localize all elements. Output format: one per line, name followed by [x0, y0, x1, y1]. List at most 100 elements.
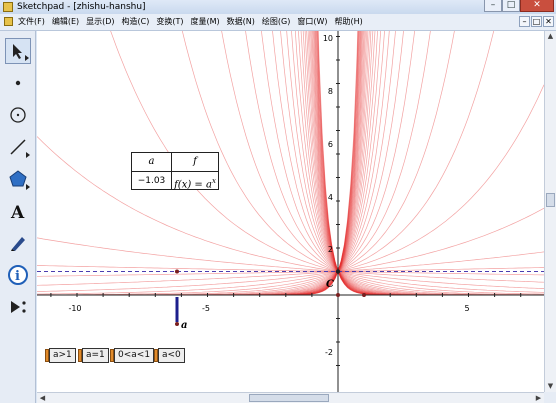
- x-tick-label-neg10: -10: [68, 304, 81, 313]
- polygon-icon: [9, 170, 27, 187]
- maximize-button[interactable]: □: [502, 0, 520, 12]
- exponential-curve-62: [315, 31, 544, 296]
- vertical-scrollbar[interactable]: ▲ ▼: [544, 31, 556, 392]
- exponential-curve-17: [37, 31, 370, 296]
- exponential-curve-63: [316, 31, 544, 296]
- window-controls: – □ ✕: [484, 0, 554, 12]
- doc-close-button[interactable]: ✕: [543, 16, 554, 27]
- exponential-curve-12: [37, 31, 382, 296]
- point-C[interactable]: [335, 269, 341, 274]
- horizontal-scrollbar[interactable]: ◀ ▶: [37, 392, 544, 403]
- exponential-curve-family: [37, 31, 544, 296]
- exponential-curve-59: [314, 31, 544, 296]
- menu-measure[interactable]: 度量(M): [191, 14, 220, 30]
- exponential-curve-37: [110, 31, 544, 293]
- exponential-curve-9: [37, 31, 396, 296]
- button-a-less-than-0[interactable]: a<0: [154, 348, 185, 363]
- exponential-curve-31: [37, 31, 359, 296]
- tool-more-indicator: [25, 55, 29, 61]
- exponential-curve-49: [302, 31, 544, 296]
- exponential-curve-40: [245, 31, 544, 296]
- compass-tool[interactable]: [5, 102, 31, 128]
- function-exponent: x: [211, 177, 216, 185]
- vertical-scroll-thumb[interactable]: [546, 193, 555, 207]
- exponential-curve-55: [311, 31, 544, 296]
- button-a-greater-than-1[interactable]: a>1: [45, 348, 76, 363]
- doc-minimize-button[interactable]: –: [519, 16, 530, 27]
- marker-tool[interactable]: [5, 230, 31, 256]
- exponential-graph[interactable]: -10 -5 5 10 8 6 4 2 -2 C a: [37, 31, 544, 392]
- svg-text:i: i: [15, 269, 20, 284]
- close-button[interactable]: ✕: [520, 0, 554, 12]
- tool-more-indicator: [26, 184, 30, 190]
- function-formula: f(x) = a: [174, 179, 212, 191]
- point-C-label: C: [326, 279, 334, 290]
- polygon-tool[interactable]: [5, 166, 31, 192]
- exponential-curve-24: [37, 31, 363, 296]
- text-a-icon: A: [10, 203, 25, 221]
- x-tick-label-5: 5: [464, 304, 469, 313]
- info-icon: i: [8, 265, 28, 285]
- origin-point[interactable]: [336, 293, 340, 297]
- exponential-curve-58: [313, 31, 544, 296]
- menu-transform[interactable]: 变换(T): [156, 14, 183, 30]
- exponential-curve-61: [315, 31, 544, 296]
- menu-graph[interactable]: 绘图(G): [262, 14, 290, 30]
- exponential-curve-1: [37, 251, 544, 286]
- point-tool[interactable]: [5, 70, 31, 96]
- tool-more-indicator: [26, 152, 30, 158]
- horizontal-scroll-thumb[interactable]: [249, 394, 329, 402]
- toolbox: A i: [0, 31, 36, 403]
- exponential-curve-28: [37, 31, 361, 296]
- menu-edit[interactable]: 编辑(E): [52, 14, 79, 30]
- y-tick-label-10: 10: [323, 34, 333, 43]
- exponential-curve-8: [37, 31, 404, 296]
- menu-display[interactable]: 显示(D): [86, 14, 114, 30]
- information-tool[interactable]: i: [5, 262, 31, 288]
- exponential-curve-30: [37, 31, 360, 296]
- menu-window[interactable]: 窗口(W): [297, 14, 327, 30]
- doc-restore-button[interactable]: □: [531, 16, 542, 27]
- menu-help[interactable]: 帮助(H): [335, 14, 363, 30]
- exponential-curve-44: [286, 31, 544, 296]
- exponential-curve-38: [181, 31, 544, 295]
- exponential-curve-54: [310, 31, 544, 296]
- exponential-curve-51: [306, 31, 544, 296]
- scroll-right-arrow-icon[interactable]: ▶: [533, 393, 544, 403]
- exponential-curve-33: [37, 31, 359, 296]
- button-a-between-0-and-1[interactable]: 0<a<1: [109, 348, 155, 363]
- scroll-left-arrow-icon[interactable]: ◀: [37, 393, 48, 403]
- scroll-up-arrow-icon[interactable]: ▲: [545, 31, 556, 42]
- sketch-canvas[interactable]: -10 -5 5 10 8 6 4 2 -2 C a: [37, 31, 544, 392]
- arrow-select-tool[interactable]: [5, 38, 31, 64]
- straightedge-tool[interactable]: [5, 134, 31, 160]
- point-on-dashed-line[interactable]: [175, 269, 179, 274]
- menu-file[interactable]: 文件(F): [18, 14, 45, 30]
- exponential-curve-23: [37, 31, 364, 296]
- sketchpad-app-icon: [3, 2, 13, 12]
- button-a-equals-1[interactable]: a=1: [78, 348, 109, 363]
- function-table[interactable]: a f −1.03 f(x) = ax: [131, 152, 219, 190]
- x-axis-point[interactable]: [362, 293, 366, 297]
- title-bar: Sketchpad - [zhishu-hanshu] – □ ✕: [0, 0, 556, 14]
- a-slider-label: a: [181, 320, 187, 331]
- exponential-curve-64: [316, 31, 544, 296]
- exponential-curve-27: [37, 31, 361, 296]
- exponential-curve-52: [307, 31, 544, 296]
- menu-construct[interactable]: 构造(C): [122, 14, 150, 30]
- scroll-down-arrow-icon[interactable]: ▼: [545, 381, 556, 392]
- exponential-curve-46: [294, 31, 544, 296]
- table-header-a: a: [132, 153, 172, 171]
- a-slider-handle[interactable]: [175, 322, 179, 326]
- exponential-curve-45: [291, 31, 544, 296]
- custom-tool-icon: [11, 301, 26, 313]
- custom-tool[interactable]: [5, 294, 31, 320]
- minimize-button[interactable]: –: [484, 0, 502, 12]
- exponential-curve-18: [37, 31, 369, 296]
- text-tool[interactable]: A: [5, 198, 31, 224]
- exponential-curve-4: [37, 31, 495, 296]
- exponential-curve-57: [312, 31, 544, 296]
- document-icon[interactable]: [4, 17, 13, 26]
- menu-data[interactable]: 数据(N): [227, 14, 255, 30]
- exponential-curve-48: [300, 31, 544, 296]
